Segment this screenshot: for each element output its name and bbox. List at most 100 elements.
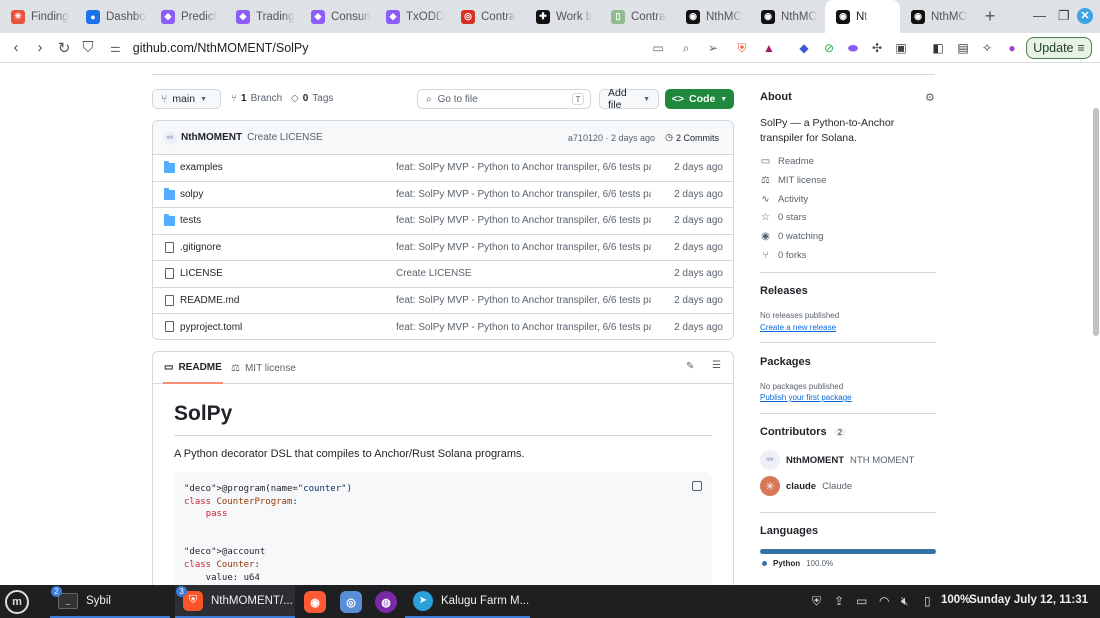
commit-author[interactable]: NthMOMENT bbox=[181, 132, 242, 143]
branches-link[interactable]: ⑂ 1 Branch bbox=[231, 93, 282, 104]
shield-tray-icon[interactable]: ⛨ bbox=[812, 594, 821, 609]
branch-select[interactable]: ⑂ main ▼ bbox=[152, 89, 221, 109]
browser-tab[interactable]: ◉ NthMO bbox=[750, 0, 825, 33]
commit-sha-time[interactable]: a710120 · 2 days ago bbox=[568, 133, 655, 143]
brave-shield-icon[interactable]: ⛨ bbox=[735, 41, 749, 55]
file-commit-message[interactable]: Create LICENSE bbox=[396, 268, 651, 279]
battery-icon[interactable]: ▯ bbox=[924, 594, 931, 608]
edit-pencil-icon[interactable]: ✎ bbox=[686, 361, 694, 372]
about-link[interactable]: ▭ Readme bbox=[760, 156, 814, 167]
table-row[interactable]: examples feat: SolPy MVP - Python to Anch… bbox=[153, 155, 733, 182]
browser-tab[interactable]: ◎ Contra bbox=[450, 0, 525, 33]
create-release-link[interactable]: Create a new release bbox=[760, 323, 836, 332]
file-name-link[interactable]: solpy bbox=[180, 189, 203, 200]
contributor-item[interactable]: ✳ claude Claude bbox=[760, 476, 852, 496]
commit-message[interactable]: Create LICENSE bbox=[247, 132, 323, 143]
table-row[interactable]: README.md feat: SolPy MVP - Python to Anc… bbox=[153, 288, 733, 314]
browser-tab[interactable]: ◆ TxODD bbox=[375, 0, 450, 33]
about-link[interactable]: ☆ 0 stars bbox=[760, 212, 807, 223]
file-name-link[interactable]: README.md bbox=[180, 295, 239, 306]
taskbar-window-terminal[interactable]: _ Sybil bbox=[50, 585, 170, 618]
page-scrollbar[interactable] bbox=[1092, 64, 1100, 585]
gear-icon[interactable]: ⚙ bbox=[925, 91, 935, 104]
leo-icon[interactable]: ✧ bbox=[980, 41, 994, 55]
tags-link[interactable]: ◇ 0 Tags bbox=[291, 93, 333, 104]
browser-tab[interactable]: ◉ NthMO bbox=[900, 0, 975, 33]
language-item[interactable]: Python 100.0% bbox=[762, 559, 833, 568]
wifi-icon[interactable]: ◠ bbox=[879, 594, 889, 608]
table-row[interactable]: tests feat: SolPy MVP - Python to Anchor … bbox=[153, 208, 733, 235]
clock[interactable]: Sunday July 12, 11:31 bbox=[969, 594, 1088, 606]
table-row[interactable]: pyproject.toml feat: SolPy MVP - Python t… bbox=[153, 314, 733, 339]
add-file-button[interactable]: Add file ▼ bbox=[599, 87, 659, 111]
extensions-puzzle-icon[interactable]: ✣ bbox=[870, 41, 884, 55]
file-commit-message[interactable]: feat: SolPy MVP - Python to Anchor trans… bbox=[396, 215, 651, 226]
wallet-icon[interactable]: ▤ bbox=[956, 41, 970, 55]
browser-tab[interactable]: ◆ Consun bbox=[300, 0, 375, 33]
outline-icon[interactable]: ☰ bbox=[712, 360, 721, 371]
minimize-icon[interactable]: — bbox=[1033, 8, 1046, 23]
mint-menu-icon[interactable]: m bbox=[5, 590, 29, 614]
new-tab-button[interactable]: + bbox=[975, 6, 1005, 27]
about-link[interactable]: ⚖ MIT license bbox=[760, 175, 826, 186]
extension-icon[interactable]: ▣ bbox=[894, 41, 908, 55]
about-link[interactable]: ◉ 0 watching bbox=[760, 231, 823, 242]
browser-tab[interactable]: ● Dashbo bbox=[75, 0, 150, 33]
extension-icon[interactable]: ◆ bbox=[797, 41, 811, 55]
file-name-link[interactable]: pyproject.toml bbox=[180, 322, 242, 333]
file-name-link[interactable]: tests bbox=[180, 215, 201, 226]
taskbar-window-telegram[interactable]: ➤ Kalugu Farm M... bbox=[405, 585, 530, 618]
profile-icon[interactable]: ● bbox=[1005, 41, 1019, 55]
update-button[interactable]: Update ≡ bbox=[1026, 37, 1092, 59]
tab-license[interactable]: ⚖ MIT license bbox=[231, 352, 296, 384]
upload-tray-icon[interactable]: ⇪ bbox=[834, 594, 844, 608]
address-bar[interactable]: ⚌ github.com/NthMOMENT/SolPy bbox=[110, 38, 722, 58]
browser-tab[interactable]: ◆ Trading bbox=[225, 0, 300, 33]
extension-icon[interactable]: ⊘ bbox=[822, 41, 836, 55]
contributor-item[interactable]: nth NthMOMENT NTH MOMENT bbox=[760, 450, 914, 470]
file-commit-message[interactable]: feat: SolPy MVP - Python to Anchor trans… bbox=[396, 189, 651, 200]
file-commit-message[interactable]: feat: SolPy MVP - Python to Anchor trans… bbox=[396, 295, 651, 306]
file-commit-message[interactable]: feat: SolPy MVP - Python to Anchor trans… bbox=[396, 162, 651, 173]
reload-icon[interactable]: ↻ bbox=[52, 39, 76, 57]
cast-icon[interactable]: ▭ bbox=[651, 41, 665, 55]
commits-link[interactable]: ◷ 2 Commits bbox=[665, 132, 719, 143]
about-link[interactable]: ∿ Activity bbox=[760, 194, 808, 205]
sidebar-icon[interactable]: ◧ bbox=[931, 41, 945, 55]
browser-tab[interactable]: ▯ Contra bbox=[600, 0, 675, 33]
table-row[interactable]: .gitignore feat: SolPy MVP - Python to An… bbox=[153, 235, 733, 261]
display-tray-icon[interactable]: ▭ bbox=[856, 594, 867, 608]
browser-tab[interactable]: ◉ Nt bbox=[825, 0, 900, 33]
file-name-link[interactable]: LICENSE bbox=[180, 268, 223, 279]
browser-tab[interactable]: ◉ NthMO bbox=[675, 0, 750, 33]
bookmark-icon[interactable]: ⛉ bbox=[76, 39, 100, 56]
table-row[interactable]: solpy feat: SolPy MVP - Python to Anchor … bbox=[153, 182, 733, 208]
contributors-heading[interactable]: Contributors 2 bbox=[760, 426, 847, 438]
packages-heading[interactable]: Packages bbox=[760, 356, 811, 368]
tab-readme[interactable]: ▭ README bbox=[163, 352, 223, 384]
extension-icon[interactable]: ⬬ bbox=[846, 41, 860, 55]
forward-icon[interactable]: › bbox=[28, 39, 52, 56]
about-link[interactable]: ⑂ 0 forks bbox=[760, 250, 807, 261]
file-name-link[interactable]: .gitignore bbox=[180, 242, 221, 253]
releases-heading[interactable]: Releases bbox=[760, 285, 808, 297]
zoom-icon[interactable]: ⌕ bbox=[679, 41, 693, 55]
rewards-icon[interactable]: ▲ bbox=[762, 41, 776, 55]
close-window-button[interactable]: ✕ bbox=[1077, 8, 1093, 24]
avatar[interactable]: nth bbox=[163, 130, 177, 145]
browser-tab[interactable]: ✚ Work b bbox=[525, 0, 600, 33]
app-launcher-icon[interactable]: ◉ bbox=[304, 591, 326, 613]
app-launcher-icon[interactable]: ◎ bbox=[340, 591, 362, 613]
share-icon[interactable]: ➢ bbox=[706, 41, 720, 55]
code-button[interactable]: <> Code ▼ bbox=[665, 89, 734, 109]
browser-tab[interactable]: ✳ Finding bbox=[0, 0, 75, 33]
site-info-icon[interactable]: ⚌ bbox=[110, 41, 121, 55]
scrollbar-thumb[interactable] bbox=[1093, 108, 1099, 336]
taskbar-window-brave[interactable]: ⛨ NthMOMENT/... bbox=[175, 585, 295, 618]
browser-tab[interactable]: ◆ Predict bbox=[150, 0, 225, 33]
table-row[interactable]: LICENSE Create LICENSE 2 days ago bbox=[153, 261, 733, 288]
go-to-file-input[interactable]: ⌕ Go to file T bbox=[417, 89, 591, 109]
copy-icon[interactable] bbox=[692, 481, 702, 491]
file-commit-message[interactable]: feat: SolPy MVP - Python to Anchor trans… bbox=[396, 322, 651, 333]
file-commit-message[interactable]: feat: SolPy MVP - Python to Anchor trans… bbox=[396, 242, 651, 253]
